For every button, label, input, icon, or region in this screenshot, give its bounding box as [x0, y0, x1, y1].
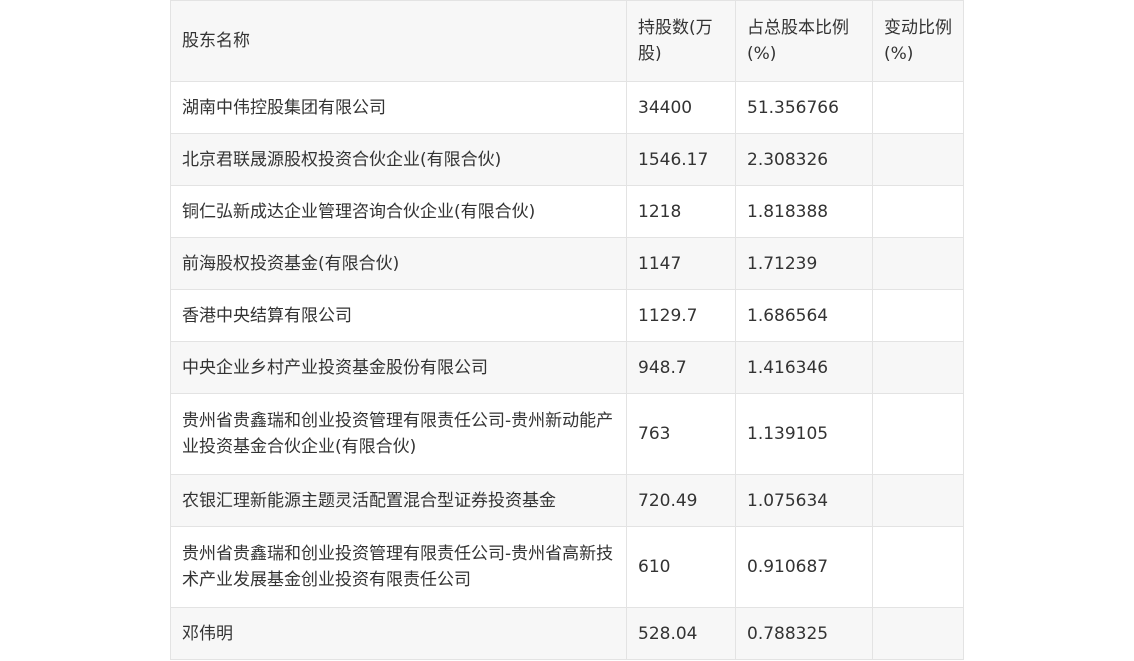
- cell-change: [872, 393, 964, 475]
- cell-change: [872, 607, 964, 660]
- cell-ratio: 0.910687: [735, 526, 873, 608]
- cell-ratio: 2.308326: [735, 133, 873, 186]
- table-row: 湖南中伟控股集团有限公司 34400 51.356766: [170, 81, 964, 134]
- table-row: 铜仁弘新成达企业管理咨询合伙企业(有限合伙) 1218 1.818388: [170, 185, 964, 238]
- cell-shares: 763: [626, 393, 736, 475]
- table-row: 中央企业乡村产业投资基金股份有限公司 948.7 1.416346: [170, 341, 964, 394]
- cell-name: 香港中央结算有限公司: [170, 289, 627, 342]
- header-change: 变动比例(%): [872, 0, 964, 82]
- table-row: 农银汇理新能源主题灵活配置混合型证券投资基金 720.49 1.075634: [170, 474, 964, 527]
- cell-shares: 528.04: [626, 607, 736, 660]
- cell-name: 贵州省贵鑫瑞和创业投资管理有限责任公司-贵州新动能产业投资基金合伙企业(有限合伙…: [170, 393, 627, 475]
- table-row: 香港中央结算有限公司 1129.7 1.686564: [170, 289, 964, 342]
- cell-name: 铜仁弘新成达企业管理咨询合伙企业(有限合伙): [170, 185, 627, 238]
- header-shares: 持股数(万股): [626, 0, 736, 82]
- cell-ratio: 1.686564: [735, 289, 873, 342]
- table-row: 北京君联晟源股权投资合伙企业(有限合伙) 1546.17 2.308326: [170, 133, 964, 186]
- cell-shares: 1129.7: [626, 289, 736, 342]
- header-ratio: 占总股本比例(%): [735, 0, 873, 82]
- cell-ratio: 1.416346: [735, 341, 873, 394]
- cell-ratio: 1.139105: [735, 393, 873, 475]
- cell-change: [872, 341, 964, 394]
- cell-change: [872, 237, 964, 290]
- cell-name: 农银汇理新能源主题灵活配置混合型证券投资基金: [170, 474, 627, 527]
- cell-name: 前海股权投资基金(有限合伙): [170, 237, 627, 290]
- cell-change: [872, 133, 964, 186]
- cell-shares: 1147: [626, 237, 736, 290]
- table-header-row: 股东名称 持股数(万股) 占总股本比例(%) 变动比例(%): [170, 0, 964, 82]
- cell-name: 邓伟明: [170, 607, 627, 660]
- cell-ratio: 1.71239: [735, 237, 873, 290]
- cell-ratio: 0.788325: [735, 607, 873, 660]
- cell-change: [872, 474, 964, 527]
- cell-change: [872, 289, 964, 342]
- cell-shares: 34400: [626, 81, 736, 134]
- cell-ratio: 1.818388: [735, 185, 873, 238]
- cell-shares: 948.7: [626, 341, 736, 394]
- table-row: 前海股权投资基金(有限合伙) 1147 1.71239: [170, 237, 964, 290]
- cell-ratio: 1.075634: [735, 474, 873, 527]
- cell-shares: 720.49: [626, 474, 736, 527]
- cell-ratio: 51.356766: [735, 81, 873, 134]
- shareholder-table: 股东名称 持股数(万股) 占总股本比例(%) 变动比例(%) 湖南中伟控股集团有…: [170, 0, 964, 660]
- cell-change: [872, 185, 964, 238]
- cell-name: 北京君联晟源股权投资合伙企业(有限合伙): [170, 133, 627, 186]
- table-row: 邓伟明 528.04 0.788325: [170, 607, 964, 660]
- header-shareholder-name: 股东名称: [170, 0, 627, 82]
- cell-change: [872, 526, 964, 608]
- table-row: 贵州省贵鑫瑞和创业投资管理有限责任公司-贵州新动能产业投资基金合伙企业(有限合伙…: [170, 393, 964, 475]
- cell-name: 中央企业乡村产业投资基金股份有限公司: [170, 341, 627, 394]
- cell-name: 贵州省贵鑫瑞和创业投资管理有限责任公司-贵州省高新技术产业发展基金创业投资有限责…: [170, 526, 627, 608]
- cell-shares: 1546.17: [626, 133, 736, 186]
- shareholder-table-container: 股东名称 持股数(万股) 占总股本比例(%) 变动比例(%) 湖南中伟控股集团有…: [170, 0, 964, 660]
- cell-name: 湖南中伟控股集团有限公司: [170, 81, 627, 134]
- cell-change: [872, 81, 964, 134]
- table-row: 贵州省贵鑫瑞和创业投资管理有限责任公司-贵州省高新技术产业发展基金创业投资有限责…: [170, 526, 964, 608]
- cell-shares: 610: [626, 526, 736, 608]
- cell-shares: 1218: [626, 185, 736, 238]
